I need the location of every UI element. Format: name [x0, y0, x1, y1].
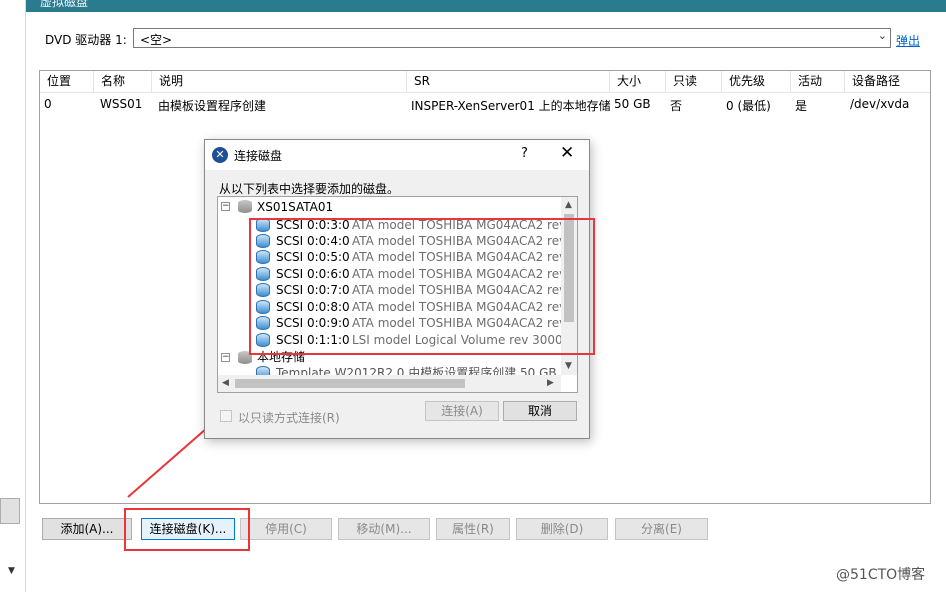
highlight-box-luns — [249, 218, 595, 355]
scroll-down-icon[interactable]: ▼ — [565, 361, 572, 371]
close-icon[interactable]: ✕ — [560, 143, 574, 163]
tree-horizontal-scrollbar[interactable]: ◀ ▶ — [218, 375, 561, 392]
watermark: @51CTO博客 — [836, 567, 926, 583]
readonly-checkbox[interactable] — [220, 410, 232, 422]
xen-app-icon: ✕ — [212, 147, 228, 163]
help-icon[interactable]: ? — [521, 146, 528, 161]
cancel-button[interactable]: 取消 — [503, 401, 577, 421]
dialog-titlebar: ✕ 连接磁盘 ? ✕ — [205, 140, 589, 170]
readonly-checkbox-label: 以只读方式连接(R) — [238, 411, 340, 425]
scroll-right-icon[interactable]: ▶ — [547, 378, 554, 388]
storage-icon — [238, 200, 252, 213]
dialog-title: 连接磁盘 — [234, 149, 283, 163]
dialog-prompt: 从以下列表中选择要添加的磁盘。 — [219, 182, 400, 196]
scrollbar-thumb[interactable] — [235, 379, 465, 388]
scroll-up-icon[interactable]: ▲ — [565, 200, 572, 210]
collapse-icon[interactable]: − — [221, 353, 230, 362]
collapse-icon[interactable]: − — [221, 202, 230, 211]
connect-button[interactable]: 连接(A) — [425, 401, 499, 421]
tree-item-sr[interactable]: XS01SATA01 — [257, 199, 333, 215]
scroll-left-icon[interactable]: ◀ — [222, 378, 229, 388]
